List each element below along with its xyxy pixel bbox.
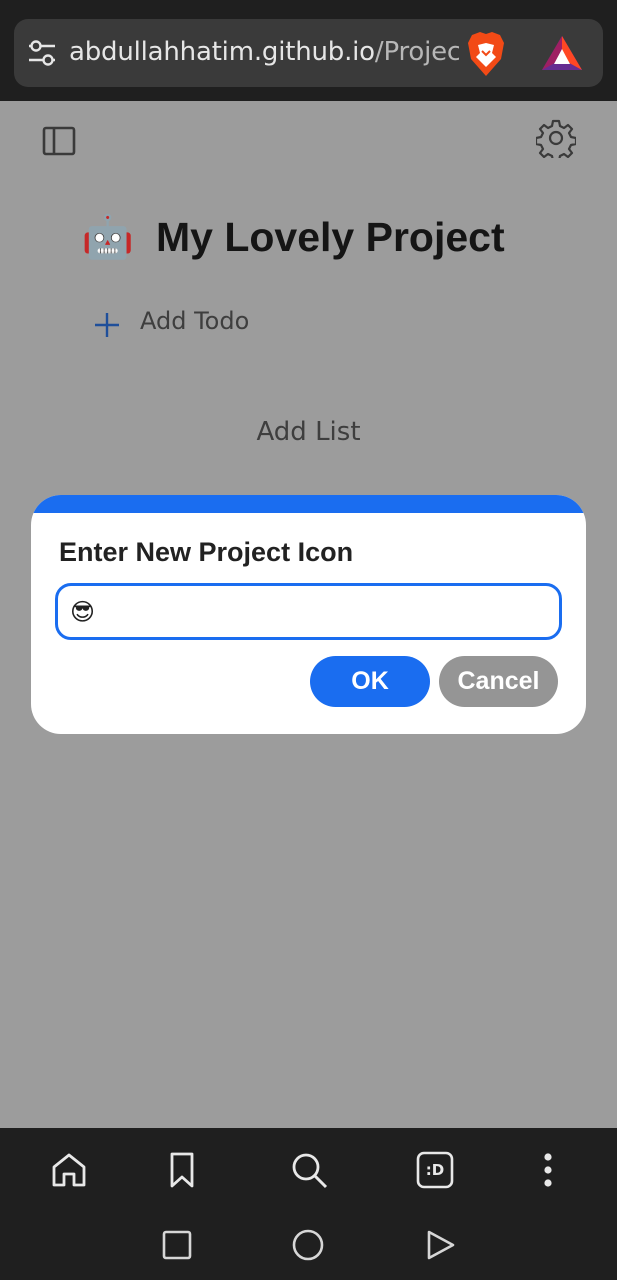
site-settings-icon[interactable]: [28, 40, 56, 66]
dialog-accent-bar: [31, 495, 586, 513]
dialog-title: Enter New Project Icon: [59, 537, 354, 567]
browser-top-bar: abdullahhatim.github.io/Projec: [0, 0, 617, 101]
tab-badge: :D: [425, 1161, 445, 1179]
project-icon-input[interactable]: [55, 583, 562, 640]
browser-bottom-toolbar: :D: [0, 1128, 617, 1280]
project-icon[interactable]: 🤖: [80, 209, 136, 265]
home-circle-icon[interactable]: [290, 1227, 326, 1263]
project-title[interactable]: My Lovely Project: [156, 209, 505, 265]
more-menu-icon[interactable]: [528, 1150, 568, 1190]
search-icon[interactable]: [289, 1150, 329, 1190]
ok-button[interactable]: OK: [310, 656, 430, 707]
home-icon[interactable]: [49, 1150, 89, 1190]
add-list-button[interactable]: Add List: [0, 417, 617, 447]
url-text[interactable]: abdullahhatim.github.io/Projec: [69, 37, 459, 71]
recents-icon[interactable]: [159, 1227, 195, 1263]
url-domain: abdullahhatim.github.io: [69, 37, 375, 67]
back-icon[interactable]: [422, 1227, 458, 1263]
tab-switcher-icon[interactable]: :D: [415, 1150, 455, 1190]
add-todo-label: Add Todo: [140, 307, 250, 335]
project-icon-dialog: Enter New Project Icon OK Cancel: [31, 495, 586, 734]
address-bar[interactable]: abdullahhatim.github.io/Projec: [14, 19, 603, 87]
brave-shield-icon[interactable]: [466, 31, 506, 77]
settings-gear-icon[interactable]: [536, 118, 576, 158]
plus-icon: [95, 313, 119, 337]
bat-rewards-icon[interactable]: [541, 35, 583, 71]
add-todo-button[interactable]: Add Todo: [92, 301, 249, 341]
url-path: /Projec: [374, 37, 459, 67]
cancel-button[interactable]: Cancel: [439, 656, 558, 707]
sidebar-toggle-icon[interactable]: [42, 125, 76, 157]
bookmark-icon[interactable]: [162, 1150, 202, 1190]
